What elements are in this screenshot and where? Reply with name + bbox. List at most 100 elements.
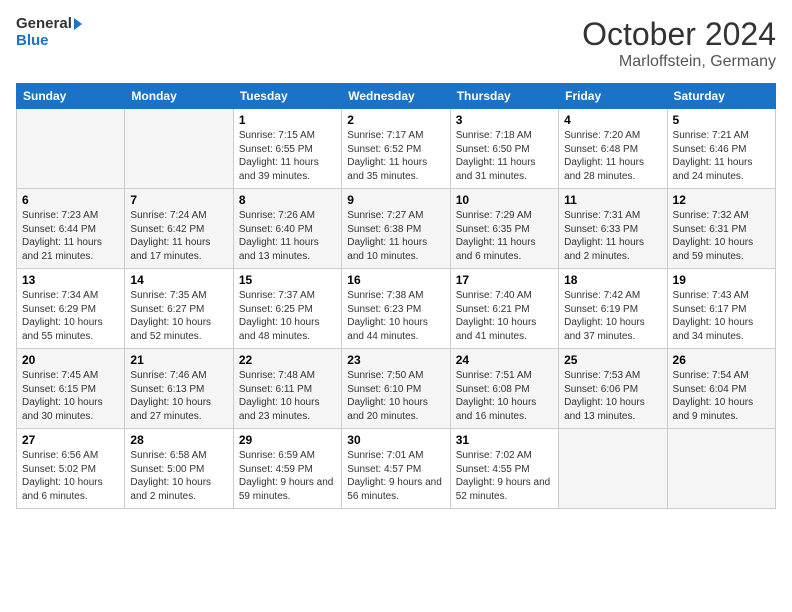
day-number: 11 — [564, 193, 661, 207]
calendar-cell: 19 Sunrise: 7:43 AM Sunset: 6:17 PM Dayli… — [667, 269, 775, 349]
day-number: 22 — [239, 353, 336, 367]
calendar-cell: 1 Sunrise: 7:15 AM Sunset: 6:55 PM Daylig… — [233, 109, 341, 189]
calendar-cell: 5 Sunrise: 7:21 AM Sunset: 6:46 PM Daylig… — [667, 109, 775, 189]
day-info: Sunrise: 6:58 AM Sunset: 5:00 PM Dayligh… — [130, 449, 227, 503]
calendar-cell — [559, 429, 667, 509]
day-number: 23 — [347, 353, 444, 367]
day-info: Sunrise: 6:56 AM Sunset: 5:02 PM Dayligh… — [22, 449, 119, 503]
day-number: 18 — [564, 273, 661, 287]
location-subtitle: Marloffstein, Germany — [582, 53, 776, 71]
day-header-tuesday: Tuesday — [233, 84, 341, 109]
day-number: 8 — [239, 193, 336, 207]
day-info: Sunrise: 6:59 AM Sunset: 4:59 PM Dayligh… — [239, 449, 336, 503]
calendar-cell: 16 Sunrise: 7:38 AM Sunset: 6:23 PM Dayli… — [342, 269, 450, 349]
day-number: 19 — [673, 273, 770, 287]
calendar-cell: 23Sunrise: 7:50 AM Sunset: 6:10 PM Dayli… — [342, 349, 450, 429]
calendar-cell: 11 Sunrise: 7:31 AM Sunset: 6:33 PM Dayli… — [559, 189, 667, 269]
day-number: 16 — [347, 273, 444, 287]
day-number: 27 — [22, 433, 119, 447]
logo: General Blue — [16, 16, 82, 49]
calendar-cell: 22 Sunrise: 7:48 AM Sunset: 6:11 PM Dayli… — [233, 349, 341, 429]
day-number: 3 — [456, 113, 553, 127]
day-info: Sunrise: 7:54 AM Sunset: 6:04 PM Dayligh… — [673, 369, 770, 423]
calendar-cell: 17Sunrise: 7:40 AM Sunset: 6:21 PM Dayli… — [450, 269, 558, 349]
calendar-cell: 12 Sunrise: 7:32 AM Sunset: 6:31 PM Dayli… — [667, 189, 775, 269]
day-number: 26 — [673, 353, 770, 367]
day-number: 14 — [130, 273, 227, 287]
day-info: Sunrise: 7:34 AM Sunset: 6:29 PM Dayligh… — [22, 289, 119, 343]
calendar-cell: 15 Sunrise: 7:37 AM Sunset: 6:25 PM Dayli… — [233, 269, 341, 349]
day-number: 10 — [456, 193, 553, 207]
day-number: 9 — [347, 193, 444, 207]
day-header-saturday: Saturday — [667, 84, 775, 109]
calendar-cell: 30Sunrise: 7:01 AM Sunset: 4:57 PM Dayli… — [342, 429, 450, 509]
calendar-cell: 28 Sunrise: 6:58 AM Sunset: 5:00 PM Dayli… — [125, 429, 233, 509]
day-info: Sunrise: 7:45 AM Sunset: 6:15 PM Dayligh… — [22, 369, 119, 423]
calendar-cell — [125, 109, 233, 189]
day-info: Sunrise: 7:18 AM Sunset: 6:50 PM Dayligh… — [456, 129, 553, 183]
day-number: 6 — [22, 193, 119, 207]
day-info: Sunrise: 7:43 AM Sunset: 6:17 PM Dayligh… — [673, 289, 770, 343]
day-number: 13 — [22, 273, 119, 287]
page-header: General Blue October 2024 Marloffstein, … — [16, 16, 776, 71]
logo-text: General Blue — [16, 16, 82, 49]
calendar-cell: 10 Sunrise: 7:29 AM Sunset: 6:35 PM Dayli… — [450, 189, 558, 269]
day-info: Sunrise: 7:51 AM Sunset: 6:08 PM Dayligh… — [456, 369, 553, 423]
calendar-cell — [17, 109, 125, 189]
calendar-cell: 14 Sunrise: 7:35 AM Sunset: 6:27 PM Dayli… — [125, 269, 233, 349]
calendar-cell: 20 Sunrise: 7:45 AM Sunset: 6:15 PM Dayli… — [17, 349, 125, 429]
day-header-friday: Friday — [559, 84, 667, 109]
day-info: Sunrise: 7:38 AM Sunset: 6:23 PM Dayligh… — [347, 289, 444, 343]
day-info: Sunrise: 7:15 AM Sunset: 6:55 PM Dayligh… — [239, 129, 336, 183]
calendar-cell: 24 Sunrise: 7:51 AM Sunset: 6:08 PM Dayli… — [450, 349, 558, 429]
day-number: 24 — [456, 353, 553, 367]
day-info: Sunrise: 7:32 AM Sunset: 6:31 PM Dayligh… — [673, 209, 770, 263]
day-info: Sunrise: 7:01 AM Sunset: 4:57 PM Dayligh… — [347, 449, 444, 503]
calendar-cell: 4 Sunrise: 7:20 AM Sunset: 6:48 PM Daylig… — [559, 109, 667, 189]
day-info: Sunrise: 7:42 AM Sunset: 6:19 PM Dayligh… — [564, 289, 661, 343]
day-number: 28 — [130, 433, 227, 447]
day-number: 17 — [456, 273, 553, 287]
day-info: Sunrise: 7:29 AM Sunset: 6:35 PM Dayligh… — [456, 209, 553, 263]
calendar-cell: 6 Sunrise: 7:23 AM Sunset: 6:44 PM Daylig… — [17, 189, 125, 269]
day-number: 7 — [130, 193, 227, 207]
title-block: October 2024 Marloffstein, Germany — [582, 16, 776, 71]
calendar-cell: 18 Sunrise: 7:42 AM Sunset: 6:19 PM Dayli… — [559, 269, 667, 349]
calendar-cell: 29 Sunrise: 6:59 AM Sunset: 4:59 PM Dayli… — [233, 429, 341, 509]
month-title: October 2024 — [582, 16, 776, 53]
day-info: Sunrise: 7:20 AM Sunset: 6:48 PM Dayligh… — [564, 129, 661, 183]
day-number: 25 — [564, 353, 661, 367]
calendar-cell: 8 Sunrise: 7:26 AM Sunset: 6:40 PM Daylig… — [233, 189, 341, 269]
calendar-cell: 13 Sunrise: 7:34 AM Sunset: 6:29 PM Dayli… — [17, 269, 125, 349]
day-info: Sunrise: 7:53 AM Sunset: 6:06 PM Dayligh… — [564, 369, 661, 423]
day-info: Sunrise: 7:31 AM Sunset: 6:33 PM Dayligh… — [564, 209, 661, 263]
calendar-cell: 9 Sunrise: 7:27 AM Sunset: 6:38 PM Daylig… — [342, 189, 450, 269]
day-info: Sunrise: 7:37 AM Sunset: 6:25 PM Dayligh… — [239, 289, 336, 343]
day-info: Sunrise: 7:46 AM Sunset: 6:13 PM Dayligh… — [130, 369, 227, 423]
day-info: Sunrise: 7:17 AM Sunset: 6:52 PM Dayligh… — [347, 129, 444, 183]
day-number: 20 — [22, 353, 119, 367]
day-number: 21 — [130, 353, 227, 367]
day-number: 4 — [564, 113, 661, 127]
day-number: 29 — [239, 433, 336, 447]
day-info: Sunrise: 7:26 AM Sunset: 6:40 PM Dayligh… — [239, 209, 336, 263]
day-header-monday: Monday — [125, 84, 233, 109]
calendar-cell: 21 Sunrise: 7:46 AM Sunset: 6:13 PM Dayli… — [125, 349, 233, 429]
day-info: Sunrise: 7:23 AM Sunset: 6:44 PM Dayligh… — [22, 209, 119, 263]
calendar-cell: 31Sunrise: 7:02 AM Sunset: 4:55 PM Dayli… — [450, 429, 558, 509]
day-info: Sunrise: 7:48 AM Sunset: 6:11 PM Dayligh… — [239, 369, 336, 423]
calendar-cell: 26 Sunrise: 7:54 AM Sunset: 6:04 PM Dayli… — [667, 349, 775, 429]
day-number: 5 — [673, 113, 770, 127]
calendar-table: SundayMondayTuesdayWednesdayThursdayFrid… — [16, 83, 776, 509]
day-info: Sunrise: 7:24 AM Sunset: 6:42 PM Dayligh… — [130, 209, 227, 263]
day-number: 1 — [239, 113, 336, 127]
calendar-cell: 27 Sunrise: 6:56 AM Sunset: 5:02 PM Dayli… — [17, 429, 125, 509]
day-info: Sunrise: 7:21 AM Sunset: 6:46 PM Dayligh… — [673, 129, 770, 183]
calendar-cell: 2 Sunrise: 7:17 AM Sunset: 6:52 PM Daylig… — [342, 109, 450, 189]
day-header-wednesday: Wednesday — [342, 84, 450, 109]
day-info: Sunrise: 7:27 AM Sunset: 6:38 PM Dayligh… — [347, 209, 444, 263]
day-number: 12 — [673, 193, 770, 207]
day-number: 2 — [347, 113, 444, 127]
day-number: 15 — [239, 273, 336, 287]
day-info: Sunrise: 7:35 AM Sunset: 6:27 PM Dayligh… — [130, 289, 227, 343]
